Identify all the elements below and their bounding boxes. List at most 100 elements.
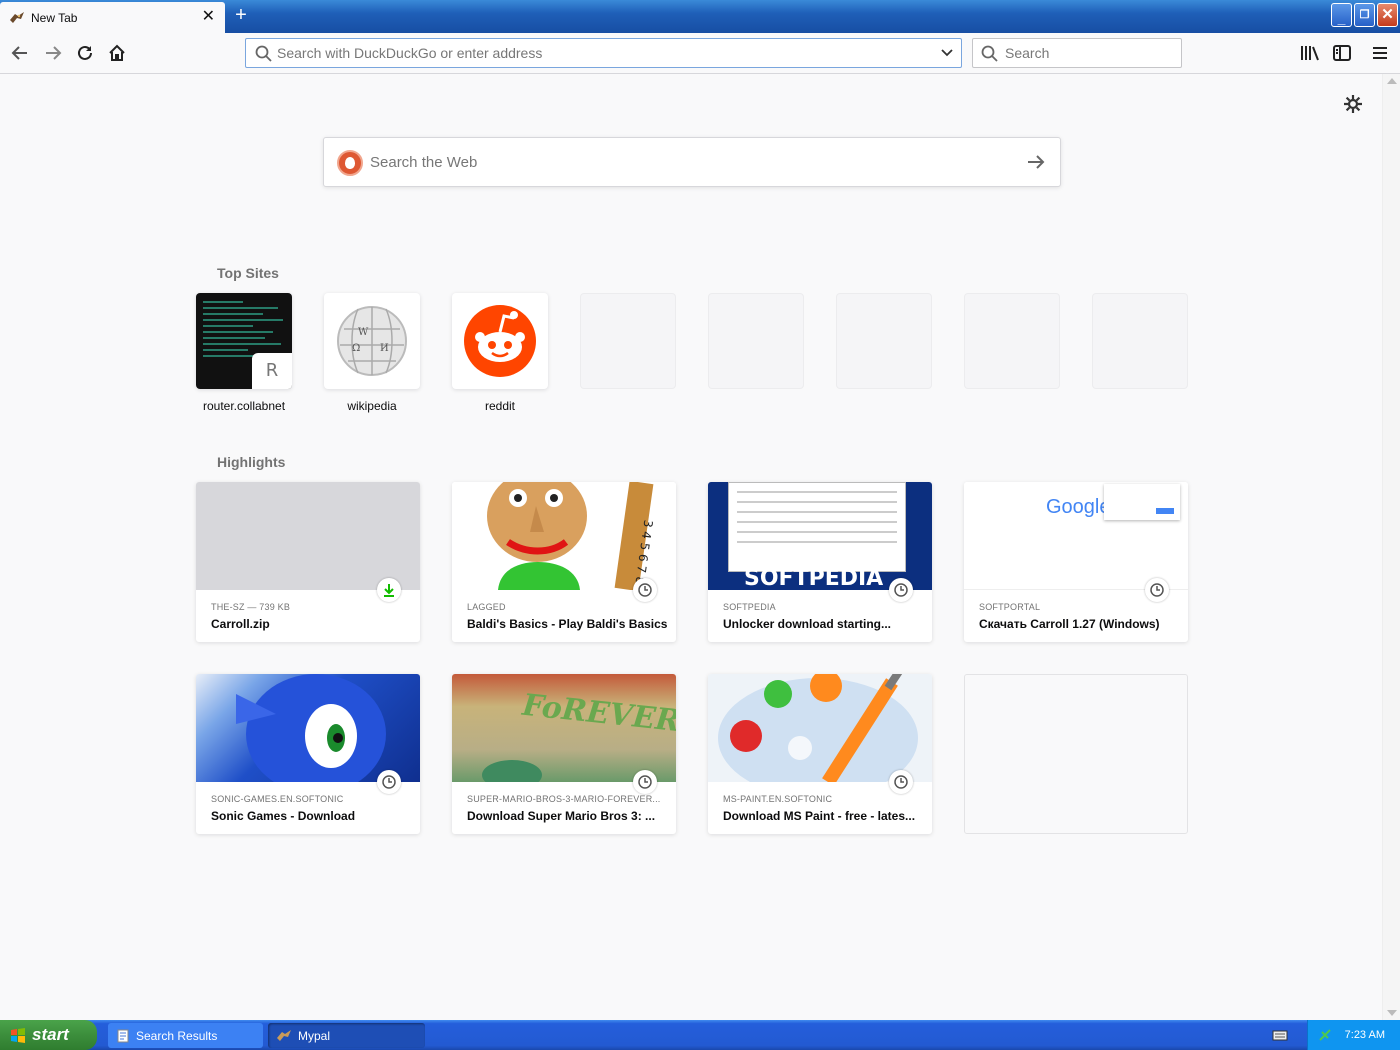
mypal-icon bbox=[277, 1029, 291, 1041]
clock: 7:23 AM bbox=[1344, 1029, 1385, 1041]
highlight-card[interactable]: SOFTPEDIA SOFTPEDIA Unlocker download st… bbox=[708, 482, 932, 642]
back-button[interactable] bbox=[8, 41, 32, 65]
empty-tile bbox=[580, 293, 676, 389]
top-site-label: reddit bbox=[484, 399, 516, 413]
web-search-box[interactable] bbox=[323, 137, 1061, 187]
minimize-button[interactable]: _ bbox=[1331, 3, 1352, 27]
library-button[interactable] bbox=[1298, 41, 1322, 65]
baldi-thumbnail-image: 3 4 5 6 7 8 bbox=[487, 482, 655, 590]
history-badge bbox=[1145, 578, 1169, 602]
top-site-empty-slot bbox=[836, 293, 932, 389]
clock-icon bbox=[1150, 583, 1164, 597]
web-search-input[interactable] bbox=[370, 154, 990, 171]
google-logo-text: Google bbox=[1046, 496, 1111, 518]
chevron-down-icon[interactable] bbox=[940, 46, 954, 60]
network-icon[interactable] bbox=[1318, 1028, 1332, 1042]
history-badge bbox=[633, 770, 657, 794]
top-site-router-collabnet[interactable]: R router.collabnet bbox=[196, 293, 292, 413]
card-title: Download MS Paint - free - lates... bbox=[723, 809, 916, 823]
card-title: Carroll.zip bbox=[211, 617, 270, 631]
card-context: THE-SZ — 739 KB bbox=[211, 602, 291, 612]
bush-shape bbox=[482, 760, 542, 782]
search-input[interactable] bbox=[1005, 45, 1175, 61]
taskbar-item-search-results[interactable]: Search Results bbox=[108, 1023, 263, 1048]
home-button[interactable] bbox=[105, 41, 129, 65]
taskbar-item-label: Mypal bbox=[298, 1028, 331, 1043]
sidebar-button[interactable] bbox=[1330, 41, 1354, 65]
top-sites-heading: Top Sites bbox=[217, 265, 279, 281]
card-thumbnail bbox=[708, 674, 932, 782]
title-bar: New Tab ✕ + _ ❐ ✕ bbox=[0, 0, 1400, 33]
highlight-card[interactable]: MS-PAINT.EN.SOFTONIC Download MS Paint -… bbox=[708, 674, 932, 834]
arrow-right-icon[interactable] bbox=[1026, 153, 1046, 171]
close-window-button[interactable]: ✕ bbox=[1377, 3, 1398, 27]
scroll-down-arrow-icon[interactable] bbox=[1387, 1010, 1397, 1016]
search-icon bbox=[981, 45, 998, 62]
softpedia-logo-text: SOFTPEDIA bbox=[744, 566, 884, 590]
new-tab-page: Top Sites R router.collabnet W Ω И wikip… bbox=[0, 74, 1382, 1020]
top-site-tile[interactable] bbox=[452, 293, 548, 389]
history-badge bbox=[377, 770, 401, 794]
scroll-up-arrow-icon[interactable] bbox=[1387, 78, 1397, 84]
highlight-card[interactable]: FoREVER SUPER-MARIO-BROS-3-MARIO-FOREVER… bbox=[452, 674, 676, 834]
vertical-scrollbar[interactable] bbox=[1382, 74, 1400, 1020]
reload-button[interactable] bbox=[73, 41, 97, 65]
highlight-card[interactable]: SONIC-GAMES.EN.SOFTONIC Sonic Games - Do… bbox=[196, 674, 420, 834]
restore-button[interactable]: ❐ bbox=[1354, 3, 1375, 27]
taskbar-item-label: Search Results bbox=[136, 1028, 218, 1043]
card-title: Скачать Carroll 1.27 (Windows) bbox=[979, 617, 1160, 631]
taskbar: start Search Results Mypal 7:23 AM bbox=[0, 1020, 1400, 1050]
clock-icon bbox=[382, 775, 396, 789]
history-badge bbox=[889, 578, 913, 602]
sidebar-icon bbox=[1333, 45, 1351, 61]
screenshot-window bbox=[728, 482, 906, 572]
svg-text:W: W bbox=[358, 327, 369, 338]
url-input[interactable] bbox=[277, 45, 917, 61]
forever-logo-text: FoREVER bbox=[520, 687, 676, 740]
card-context: SUPER-MARIO-BROS-3-MARIO-FOREVER... bbox=[467, 794, 661, 804]
windows-flag-icon bbox=[11, 1028, 25, 1043]
start-button[interactable]: start bbox=[0, 1020, 97, 1050]
download-icon bbox=[384, 584, 394, 597]
card-context: SOFTPEDIA bbox=[723, 602, 776, 612]
top-site-label: wikipedia bbox=[347, 399, 397, 413]
navigation-toolbar bbox=[0, 33, 1400, 74]
url-bar[interactable] bbox=[245, 38, 962, 68]
card-thumbnail bbox=[196, 482, 420, 590]
top-site-empty-slot bbox=[708, 293, 804, 389]
top-site-empty-slot bbox=[964, 293, 1060, 389]
top-site-wikipedia[interactable]: W Ω И wikipedia bbox=[324, 293, 420, 413]
library-icon bbox=[1301, 46, 1319, 61]
highlight-card[interactable]: Google SOFTPORTAL Скачать Carroll 1.27 (… bbox=[964, 482, 1188, 642]
card-thumbnail: SOFTPEDIA bbox=[708, 482, 932, 590]
close-tab-icon[interactable]: ✕ bbox=[202, 9, 215, 25]
card-thumbnail bbox=[196, 674, 420, 782]
empty-tile bbox=[836, 293, 932, 389]
new-tab-button[interactable]: + bbox=[231, 5, 251, 27]
empty-tile bbox=[1092, 293, 1188, 389]
top-site-empty-slot bbox=[1092, 293, 1188, 389]
tab-new-tab[interactable]: New Tab ✕ bbox=[0, 2, 225, 33]
top-site-tile[interactable]: W Ω И bbox=[324, 293, 420, 389]
top-site-reddit[interactable]: reddit bbox=[452, 293, 548, 413]
taskbar-item-mypal[interactable]: Mypal bbox=[268, 1023, 425, 1048]
highlight-card[interactable]: 3 4 5 6 7 8 LAGGED Baldi's Basics - Play… bbox=[452, 482, 676, 642]
top-site-tile[interactable]: R bbox=[196, 293, 292, 389]
gear-icon[interactable] bbox=[1343, 94, 1363, 114]
empty-tile bbox=[964, 293, 1060, 389]
mypal-favicon-icon bbox=[10, 11, 24, 23]
forward-button[interactable] bbox=[41, 41, 65, 65]
top-site-empty-slot bbox=[580, 293, 676, 389]
forward-arrow-icon bbox=[46, 46, 62, 60]
highlights-heading: Highlights bbox=[217, 454, 286, 470]
download-badge bbox=[377, 578, 401, 602]
site-letter-badge: R bbox=[252, 353, 292, 389]
history-badge bbox=[633, 578, 657, 602]
menu-button[interactable] bbox=[1368, 41, 1392, 65]
empty-tile bbox=[708, 293, 804, 389]
keyboard-icon[interactable] bbox=[1272, 1029, 1288, 1041]
history-badge bbox=[889, 770, 913, 794]
search-icon bbox=[255, 45, 272, 62]
search-bar[interactable] bbox=[972, 38, 1182, 68]
highlight-card[interactable]: THE-SZ — 739 KB Carroll.zip bbox=[196, 482, 420, 642]
